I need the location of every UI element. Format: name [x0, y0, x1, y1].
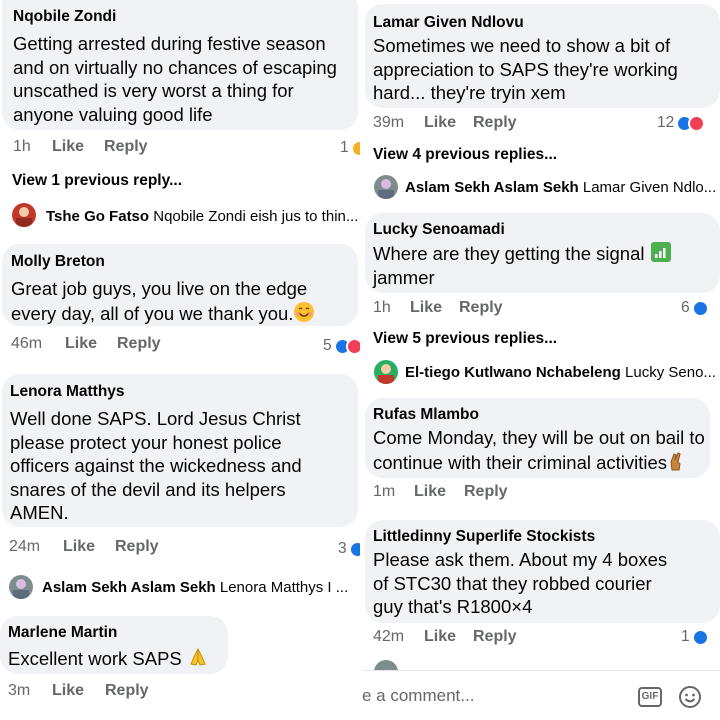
comment-time[interactable]: 39m [373, 114, 404, 132]
reply-button[interactable]: Reply [115, 538, 159, 556]
comment-author[interactable]: Nqobile Zondi [13, 8, 116, 26]
reply-snippet: Lamar Given Ndlo... [582, 179, 717, 196]
reply-button[interactable]: Reply [464, 483, 508, 501]
reply-button[interactable]: Reply [117, 335, 161, 353]
reply-snippet: Lucky Seno... [625, 364, 716, 381]
like-button[interactable]: Like [65, 335, 97, 353]
like-button[interactable]: Like [424, 114, 456, 132]
comment-time[interactable]: 46m [11, 335, 42, 353]
reaction-count[interactable]: 1 [340, 139, 360, 157]
signal-bars-icon [650, 242, 671, 262]
reply-button[interactable]: Reply [473, 628, 517, 646]
view-previous-replies[interactable]: View 1 previous reply... [12, 172, 182, 190]
comment-author[interactable]: Molly Breton [11, 253, 105, 271]
reaction-count-value: 5 [323, 337, 332, 354]
comment-time[interactable]: 1m [373, 483, 395, 501]
reply-preview[interactable]: Aslam Sekh Aslam Sekh Lamar Given Ndlo..… [405, 179, 720, 196]
reply-snippet: Lenora Matthys I ... [219, 579, 349, 596]
comment-text: Come Monday, they will be out on bail to… [373, 426, 708, 474]
reaction-count[interactable]: 5 [323, 337, 360, 355]
reply-button[interactable]: Reply [105, 682, 149, 700]
view-previous-replies[interactable]: View 5 previous replies... [373, 330, 557, 348]
comment-text: Where are they getting the signal jammer [373, 241, 703, 289]
comment-author[interactable]: Littledinny Superlife Stockists [373, 528, 595, 546]
like-button[interactable]: Like [52, 682, 84, 700]
comment-text-content: Great job guys, you live on the edge eve… [11, 278, 308, 324]
smiley-icon [679, 686, 701, 708]
smiling-face-emoji-icon [294, 301, 315, 322]
like-button[interactable]: Like [424, 628, 456, 646]
reply-preview[interactable]: El-tiego Kutlwano Nchabeleng Lucky Seno.… [405, 364, 720, 381]
comment-text: Please ask them. About my 4 boxes of STC… [373, 549, 668, 617]
reply-button[interactable]: Reply [104, 138, 148, 156]
comment-text: Getting arrested during festive season a… [13, 33, 337, 125]
right-screenshot-panel: Lamar Given Ndlovu Sometimes we need to … [362, 0, 720, 720]
comment-author[interactable]: Lenora Matthys [10, 383, 125, 401]
comment-author[interactable]: Rufas Mlambo [373, 406, 479, 424]
reaction-count[interactable]: 1 [681, 628, 709, 646]
reply-preview[interactable]: Tshe Go Fatso Nqobile Zondi eish jus to … [46, 208, 360, 225]
comment-text: Well done SAPS. Lord Jesus Christ please… [10, 408, 302, 523]
avatar [374, 360, 398, 384]
left-screenshot-panel: Nqobile Zondi Getting arrested during fe… [0, 0, 360, 720]
reaction-count[interactable]: 6 [681, 299, 709, 317]
haha-reaction-icon [350, 139, 360, 157]
comment-time[interactable]: 1h [373, 299, 391, 317]
reaction-count[interactable]: 12 [657, 114, 706, 132]
view-previous-replies[interactable]: View 4 previous replies... [373, 146, 557, 164]
comment-text-content: Where are they getting the signal [373, 243, 645, 264]
reply-author[interactable]: Aslam Sekh Aslam Sekh [405, 179, 579, 196]
like-reaction-icon [691, 628, 709, 646]
reaction-count-value: 1 [681, 628, 690, 645]
reaction-count-value: 12 [657, 114, 675, 131]
like-button[interactable]: Like [63, 538, 95, 556]
avatar-image-icon [378, 179, 394, 199]
reaction-count-value: 1 [340, 139, 349, 156]
avatar-image-icon [16, 207, 32, 227]
gif-label: GIF [641, 691, 659, 702]
comment-input[interactable]: e a comment... [362, 677, 720, 715]
avatar-image-icon [378, 364, 394, 384]
comment-author[interactable]: Marlene Martin [8, 624, 117, 642]
like-reaction-icon [348, 540, 360, 558]
comment-author[interactable]: Lamar Given Ndlovu [373, 14, 524, 32]
reply-author[interactable]: Tshe Go Fatso [46, 208, 149, 225]
comment-input-placeholder: e a comment... [362, 686, 475, 705]
avatar [9, 575, 33, 599]
reply-preview[interactable]: Aslam Sekh Aslam Sekh Lenora Matthys I .… [42, 579, 360, 596]
crossed-fingers-emoji-icon [670, 451, 681, 470]
reply-author[interactable]: El-tiego Kutlwano Nchabeleng [405, 364, 621, 381]
comment-text: Great job guys, you live on the edge eve… [11, 277, 356, 325]
reply-button[interactable]: Reply [459, 299, 503, 317]
reply-author[interactable]: Aslam Sekh Aslam Sekh [42, 579, 216, 596]
like-reaction-icon [691, 299, 709, 317]
folded-hands-emoji-icon [190, 647, 206, 666]
comment-text-line2: jammer [373, 266, 435, 288]
reaction-count[interactable]: 3 [338, 540, 360, 558]
like-button[interactable]: Like [414, 483, 446, 501]
reaction-count-value: 3 [338, 540, 347, 557]
comment-text: Sometimes we need to show a bit of appre… [373, 35, 678, 103]
comment-time[interactable]: 3m [8, 682, 30, 700]
comment-text: Excellent work SAPS [8, 646, 228, 671]
comment-time[interactable]: 1h [13, 138, 31, 156]
comment-author[interactable]: Lucky Senoamadi [373, 221, 505, 239]
reply-button[interactable]: Reply [473, 114, 517, 132]
love-reaction-icon [345, 337, 360, 355]
reaction-count-value: 6 [681, 299, 690, 316]
like-button[interactable]: Like [410, 299, 442, 317]
comment-time[interactable]: 42m [373, 628, 404, 646]
avatar-image-icon [13, 579, 29, 599]
emoji-button[interactable] [678, 685, 702, 714]
comment-time[interactable]: 24m [9, 538, 40, 556]
reply-snippet: Nqobile Zondi eish jus to thin... [153, 208, 359, 225]
comment-text-content: Excellent work SAPS [8, 648, 182, 669]
like-button[interactable]: Like [52, 138, 84, 156]
avatar [12, 203, 36, 227]
gif-button[interactable]: GIF [638, 687, 662, 707]
love-reaction-icon [688, 114, 706, 132]
comment-text-content: Come Monday, they will be out on bail to… [373, 427, 705, 473]
comment-composer: e a comment... GIF [362, 670, 720, 720]
avatar [374, 175, 398, 199]
